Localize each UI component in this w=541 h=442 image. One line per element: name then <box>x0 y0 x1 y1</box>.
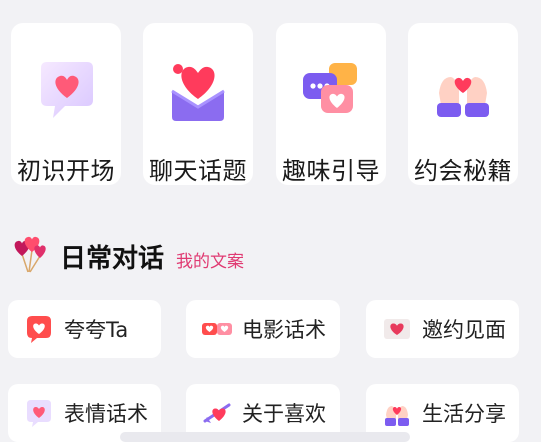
heart-speech-bubble-icon <box>11 45 121 137</box>
category-card-fun-guide[interactable]: 趣味引导 <box>276 23 386 185</box>
category-card-chat-topics[interactable]: 聊天话题 <box>143 23 253 185</box>
section-header: 日常对话 我的文案 <box>10 234 244 278</box>
category-card-date-tips[interactable]: 约会秘籍 <box>408 23 518 185</box>
section-title: 日常对话 <box>60 243 165 274</box>
chip-label: 生活分享 <box>422 402 506 426</box>
chip-label: 关于喜欢 <box>242 402 326 426</box>
chip-label: 电影话术 <box>242 318 326 342</box>
movie-hearts-icon <box>200 312 234 346</box>
category-label: 初识开场 <box>17 157 115 185</box>
chip-label: 表情话术 <box>64 402 148 426</box>
category-label: 约会秘籍 <box>414 157 512 185</box>
category-label: 聊天话题 <box>149 157 247 185</box>
chip-praise[interactable]: 夸夸Ta <box>8 300 161 358</box>
my-copy-link[interactable]: 我的文案 <box>176 247 244 272</box>
love-letter-icon <box>143 45 253 137</box>
heart-balloons-icon <box>10 234 50 278</box>
chip-label: 夸夸Ta <box>64 318 129 342</box>
chat-bubbles-icon <box>276 45 386 137</box>
category-card-opening[interactable]: 初识开场 <box>11 23 121 185</box>
heart-message-icon <box>22 396 56 430</box>
category-label: 趣味引导 <box>282 157 380 185</box>
chip-movie-lines[interactable]: 电影话术 <box>186 300 340 358</box>
bottom-handle <box>120 432 410 442</box>
hands-holding-heart-icon <box>408 45 518 137</box>
heart-arrow-icon <box>200 396 234 430</box>
chip-invite-meet[interactable]: 邀约见面 <box>366 300 519 358</box>
heart-hands-icon <box>380 396 414 430</box>
heart-envelope-icon <box>380 312 414 346</box>
heart-bubble-icon <box>22 312 56 346</box>
chip-label: 邀约见面 <box>422 318 506 342</box>
